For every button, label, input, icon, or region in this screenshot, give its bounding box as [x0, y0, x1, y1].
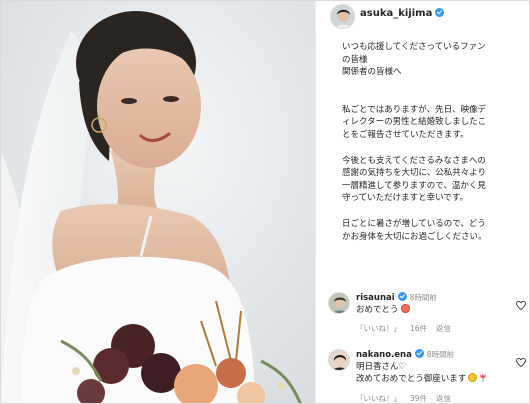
comment-item: nakano.ena 8時間前 明日香さん♡ 改めておめでとう御座います 「いいね… [316, 349, 529, 403]
commenter-username[interactable]: risaunai 8時間前 [356, 292, 437, 303]
comment-text-line: 改めておめでとう御座います [356, 374, 467, 384]
caption-line: とをご報告させていただきます。 [342, 129, 469, 140]
comment-text: 明日香さん♡ [356, 361, 406, 374]
comment-timestamp[interactable]: 8時間前 [427, 350, 454, 359]
verified-badge-icon [414, 349, 424, 358]
caption-line: 私ごとではありますが、先日、映像デ [342, 104, 487, 115]
caption-line: 日ごとに暑さが増しているので、どう [342, 218, 486, 229]
tulip-emoji-icon [480, 373, 486, 382]
caption-line: 一層精進して参りますので、温かく見 [342, 180, 486, 191]
comment-like-count[interactable]: 39件 [410, 394, 427, 403]
reply-button[interactable]: 返信 [436, 324, 451, 333]
commenter-username-text[interactable]: nakano.ena [356, 350, 412, 360]
post-side-panel: asuka_kijima いつも応援してくださっているファン の皆様 関係者の皆… [315, 1, 529, 403]
author-username-text[interactable]: asuka_kijima [360, 8, 432, 19]
author-username[interactable]: asuka_kijima [360, 8, 445, 19]
caption-line: いつも応援してくださっているファン [342, 42, 486, 52]
bride-photo-illustration [1, 1, 315, 403]
caption-line: 関係者の皆様へ [342, 67, 402, 78]
comment-text: おめでとう [356, 304, 410, 317]
post-header: asuka_kijima [316, 1, 529, 31]
author-avatar-image [331, 5, 354, 28]
author-avatar[interactable] [330, 4, 355, 29]
verified-badge-icon [435, 8, 445, 17]
commenter-avatar[interactable] [328, 292, 350, 314]
comment-meta: 「いいね！」 39件 返信 [356, 393, 460, 403]
like-heart-icon[interactable] [516, 301, 526, 310]
comment-like-count[interactable]: 16件 [410, 324, 427, 333]
post-caption: いつも応援してくださっているファン の皆様 関係者の皆様へ 私ごとではありますが… [342, 41, 528, 243]
caption-line: ィレクターの男性と結婚致しましたこ [342, 117, 487, 128]
reply-button[interactable]: 返信 [436, 394, 451, 403]
like-heart-icon[interactable] [516, 358, 526, 367]
comment-text-line: おめでとう [356, 305, 399, 315]
instagram-post-frame: asuka_kijima いつも応援してくださっているファン の皆様 関係者の皆… [0, 0, 530, 404]
post-photo[interactable] [1, 1, 315, 403]
caption-line: 感謝の気持ちを大切に、公私共々より [342, 168, 487, 179]
caption-line: 守っていただけますと幸いです。 [342, 193, 468, 204]
commenter-username-text[interactable]: risaunai [356, 293, 395, 303]
comment-timestamp[interactable]: 8時間前 [410, 293, 437, 302]
caption-line: 今後とも支えてくださるみなさまへの [342, 155, 486, 166]
commenter-avatar[interactable] [328, 349, 350, 371]
heart-eyes-emoji-icon [400, 304, 410, 313]
commenter-avatar-image [329, 293, 349, 313]
comment-like-label[interactable]: 「いいね！」 [356, 324, 401, 333]
commenter-avatar-image [329, 350, 349, 370]
comment-meta: 「いいね！」 16件 返信 [356, 323, 460, 334]
comment-text: 改めておめでとう御座います [356, 373, 487, 386]
comment-item: risaunai 8時間前 おめでとう 「いいね！」 16件 返信 [316, 292, 529, 338]
comment-text-line: 明日香さん♡ [356, 362, 407, 372]
comment-like-label[interactable]: 「いいね！」 [356, 394, 401, 403]
caption-line: かお身体を大切にお過ごしください。 [342, 231, 487, 242]
commenter-username[interactable]: nakano.ena 8時間前 [356, 349, 454, 360]
caption-line: の皆様 [342, 54, 368, 65]
verified-badge-icon [397, 292, 407, 301]
smiling-face-emoji-icon [468, 373, 478, 382]
